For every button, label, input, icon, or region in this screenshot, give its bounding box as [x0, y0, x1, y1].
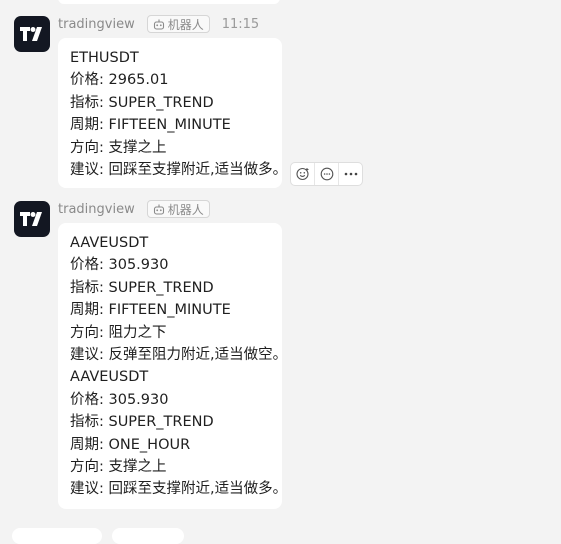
message-line: 指标: SUPER_TREND: [70, 279, 214, 296]
message-line: 价格: 305.930: [70, 391, 169, 408]
message-line: 建议: 回踩至支撑附近,适当做多。: [70, 161, 288, 178]
message-line: 周期: FIFTEEN_MINUTE: [70, 117, 231, 134]
robot-icon: [153, 204, 164, 215]
next-element-stub: [112, 528, 184, 544]
message-line: 指标: SUPER_TREND: [70, 414, 214, 431]
message-line: ETHUSDT: [70, 50, 139, 66]
bot-badge-label: 机器人: [167, 17, 204, 32]
previous-message-bubble: [58, 0, 280, 4]
emoji-reaction-icon: [295, 167, 309, 181]
message-bubble[interactable]: ETHUSDT 价格: 2965.01 指标: SUPER_TREND 周期: …: [58, 38, 288, 188]
message-line: 方向: 支撑之上: [70, 458, 167, 475]
tradingview-logo-icon: [20, 212, 42, 226]
robot-icon: [153, 19, 164, 30]
tradingview-logo-icon: [20, 27, 42, 41]
more-options-button[interactable]: [339, 163, 362, 185]
sender-name[interactable]: tradingview: [58, 202, 135, 217]
message-line: 建议: 反弹至阻力附近,适当做空。: [70, 346, 288, 363]
message-line: 方向: 支撑之上: [70, 139, 167, 156]
message-time: 11:15: [221, 16, 260, 32]
message-line: 周期: ONE_HOUR: [70, 436, 191, 453]
next-element-stub: [12, 528, 102, 544]
message-line: 价格: 305.930: [70, 257, 169, 274]
emoji-reaction-button[interactable]: [291, 163, 315, 185]
reply-comment-icon: [320, 167, 333, 181]
message-line: 周期: FIFTEEN_MINUTE: [70, 302, 231, 319]
message-line: AAVEUSDT: [70, 235, 149, 251]
message-hover-toolbar: [290, 162, 363, 186]
message-line: 建议: 回踩至支撑附近,适当做多。: [70, 481, 288, 498]
sender-name[interactable]: tradingview: [58, 17, 135, 32]
bot-badge: 机器人: [146, 15, 210, 33]
message-line: AAVEUSDT: [70, 369, 149, 386]
message-line: 方向: 阻力之下: [70, 324, 167, 341]
bot-badge-label: 机器人: [167, 202, 204, 217]
reply-button[interactable]: [315, 163, 339, 185]
bot-badge: 机器人: [146, 200, 210, 218]
more-options-icon: [344, 172, 357, 176]
message-header: tradingview 机器人 11:15: [58, 15, 259, 33]
avatar[interactable]: [14, 16, 50, 52]
message-line: 价格: 2965.01: [70, 72, 169, 89]
message-header: tradingview 机器人: [58, 200, 222, 218]
message-line: 指标: SUPER_TREND: [70, 94, 214, 111]
avatar[interactable]: [14, 201, 50, 237]
message-bubble[interactable]: AAVEUSDT 价格: 305.930 指标: SUPER_TREND 周期:…: [58, 223, 288, 509]
